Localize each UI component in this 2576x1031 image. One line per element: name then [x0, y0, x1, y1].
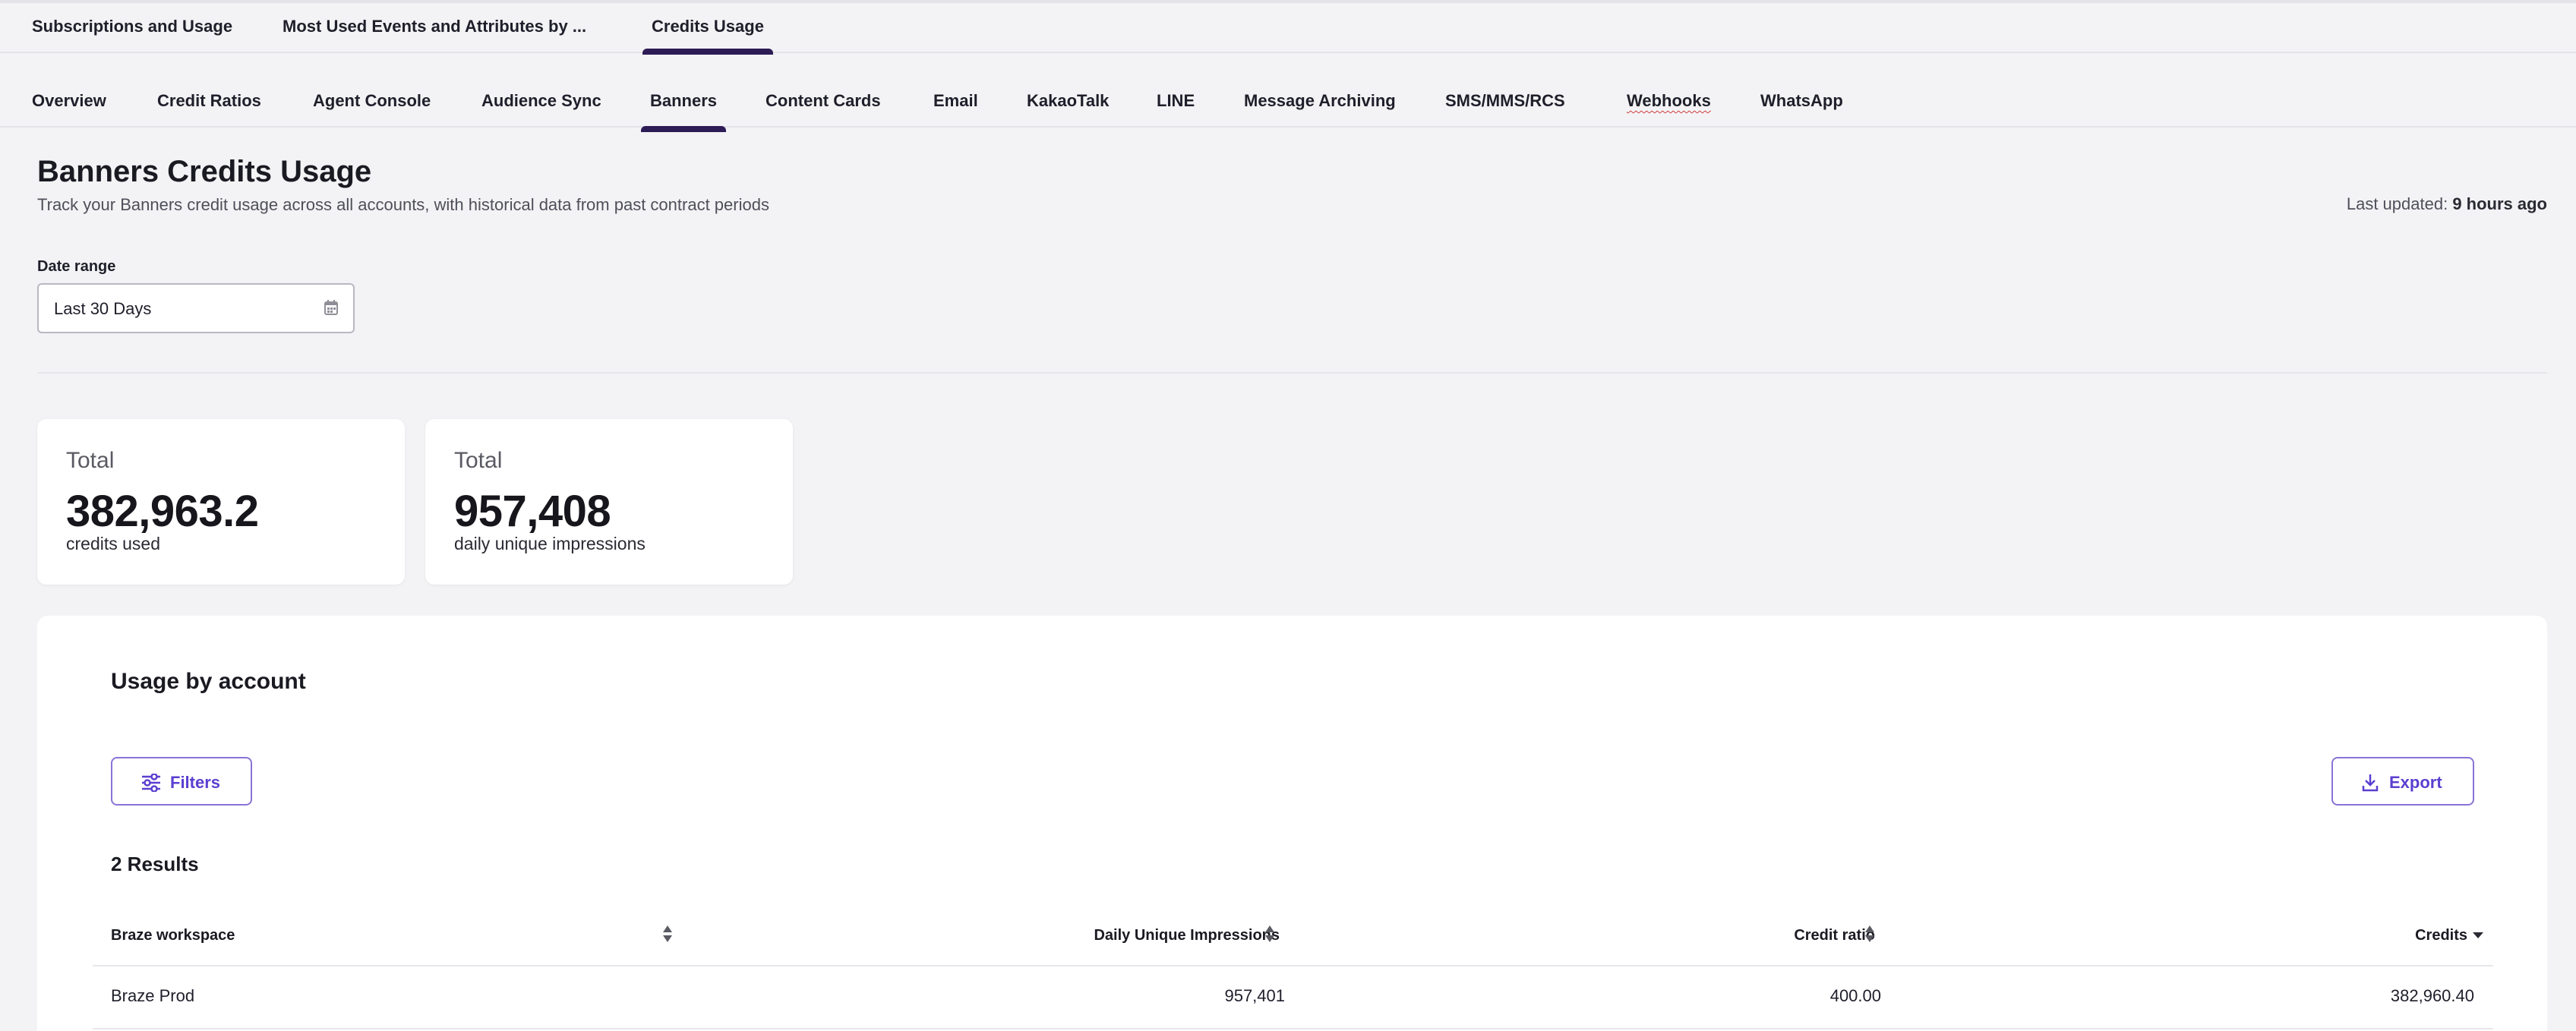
sort-descending-icon[interactable]	[2472, 932, 2484, 939]
tab-kakaotalk[interactable]: KakaoTalk	[1027, 91, 1109, 111]
date-range-value: Last 30 Days	[54, 299, 152, 318]
tab-message-archiving[interactable]: Message Archiving	[1244, 91, 1396, 111]
tab-audience-sync[interactable]: Audience Sync	[481, 91, 601, 111]
tab-most-used-events[interactable]: Most Used Events and Attributes by ...	[283, 17, 586, 36]
section-divider	[37, 372, 2547, 374]
impressions-value: 957,408	[454, 487, 611, 536]
tab-agent-console[interactable]: Agent Console	[313, 91, 431, 111]
download-icon	[2362, 774, 2379, 792]
sort-icon[interactable]	[1264, 925, 1275, 943]
date-range-label: Date range	[37, 258, 116, 275]
filters-button-label: Filters	[170, 773, 221, 792]
card-unit: credits used	[66, 534, 161, 553]
cell-credit-ratio: 400.00	[1829, 986, 1881, 1005]
cell-credits: 382,960.40	[2390, 986, 2474, 1005]
calendar-icon	[324, 300, 338, 315]
sliders-icon	[142, 774, 160, 792]
usage-by-account-panel: Usage by account Filters Export 2 Result…	[37, 616, 2547, 1031]
sort-icon[interactable]	[1864, 925, 1875, 943]
last-updated-value: 9 hours ago	[2452, 194, 2547, 213]
tab-webhooks[interactable]: Webhooks	[1627, 91, 1711, 111]
card-label: Total	[66, 448, 115, 473]
impressions-card: Total 957,408 daily unique impressions	[425, 419, 793, 585]
date-range-picker[interactable]: Last 30 Days	[37, 283, 355, 333]
tab-overview[interactable]: Overview	[32, 91, 106, 111]
table-header-divider	[93, 965, 2493, 966]
tab-credit-ratios[interactable]: Credit Ratios	[157, 91, 261, 111]
last-updated-label: Last updated:	[2346, 194, 2448, 213]
top-tab-bar: Subscriptions and Usage Most Used Events…	[0, 3, 2576, 55]
tab-banners[interactable]: Banners	[641, 91, 727, 132]
card-unit: daily unique impressions	[454, 534, 646, 553]
export-button[interactable]: Export	[2331, 757, 2474, 806]
export-button-label: Export	[2389, 773, 2442, 792]
column-header-credit-ratio[interactable]: Credit ratio	[1794, 927, 1875, 944]
column-header-impressions[interactable]: Daily Unique Impressions	[1094, 927, 1280, 944]
tab-line[interactable]: LINE	[1157, 91, 1195, 111]
sub-tab-bar: Overview Credit Ratios Agent Console Aud…	[0, 53, 2576, 132]
table-row-divider	[93, 1028, 2493, 1029]
cell-workspace: Braze Prod	[111, 986, 195, 1005]
active-subtab-indicator	[641, 126, 727, 132]
tab-email[interactable]: Email	[933, 91, 978, 111]
page-title: Banners Credits Usage	[37, 155, 372, 188]
card-label: Total	[454, 448, 503, 473]
last-updated: Last updated: 9 hours ago	[2347, 194, 2547, 214]
tab-subscriptions-and-usage[interactable]: Subscriptions and Usage	[32, 17, 232, 36]
credits-used-value: 382,963.2	[66, 487, 259, 536]
panel-title: Usage by account	[111, 669, 306, 694]
sort-icon[interactable]	[662, 925, 673, 943]
tab-whatsapp[interactable]: WhatsApp	[1760, 91, 1843, 111]
column-header-workspace[interactable]: Braze workspace	[111, 927, 235, 944]
credits-used-card: Total 382,963.2 credits used	[37, 419, 405, 585]
tab-credits-usage[interactable]: Credits Usage	[642, 17, 773, 55]
filters-button[interactable]: Filters	[111, 757, 252, 806]
tab-banners-label: Banners	[650, 91, 718, 110]
tab-credits-usage-label: Credits Usage	[652, 17, 764, 36]
column-header-credits[interactable]: Credits	[2415, 927, 2467, 944]
results-count: 2 Results	[111, 853, 199, 875]
page-subtitle: Track your Banners credit usage across a…	[37, 195, 769, 214]
tab-content-cards[interactable]: Content Cards	[766, 91, 881, 111]
tab-sms-mms-rcs[interactable]: SMS/MMS/RCS	[1445, 91, 1565, 111]
cell-impressions: 957,401	[1224, 986, 1285, 1005]
